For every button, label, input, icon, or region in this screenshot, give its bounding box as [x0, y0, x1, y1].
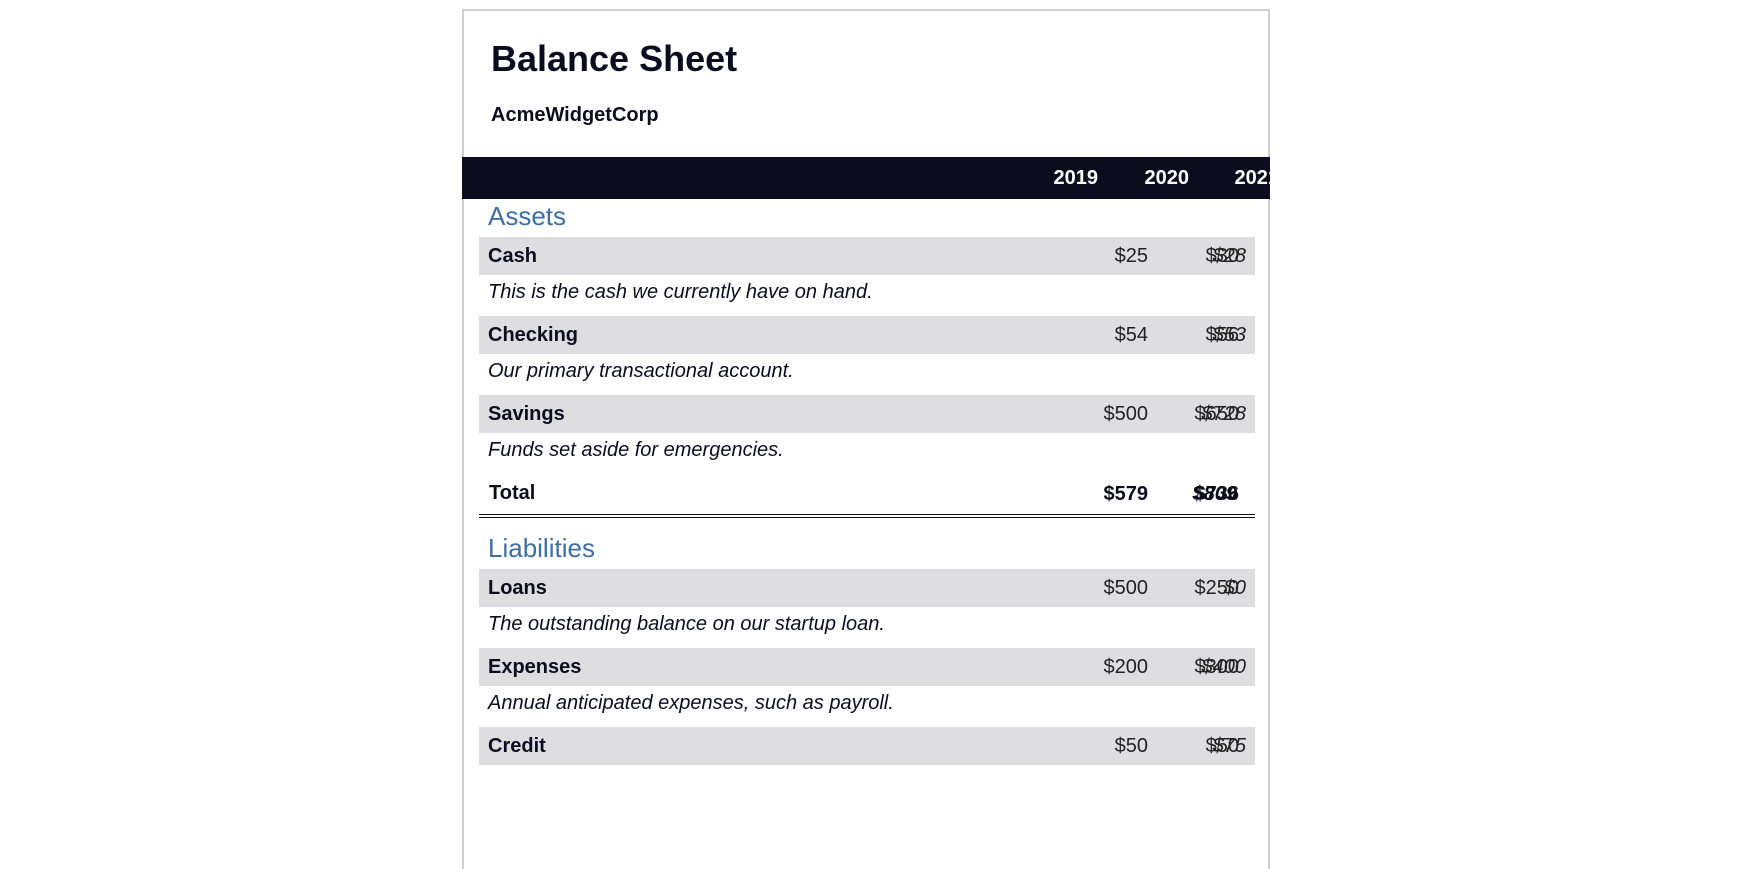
table-row-credit: Credit $50 $50 $75: [479, 727, 1255, 765]
table-row-checking: Checking $54 $56 $53: [479, 316, 1255, 354]
year-header-2019: 2019: [1053, 167, 1099, 189]
balance-sheet-card: Balance Sheet AcmeWidgetCorp 2019 2020 2…: [462, 9, 1279, 869]
total-value-2019: $579: [1103, 483, 1149, 505]
row-value-2021: $400: [1201, 656, 1247, 678]
row-value-2019: $54: [1114, 324, 1148, 346]
year-header-2021: 2021: [1234, 167, 1280, 189]
row-label: Cash: [488, 245, 537, 267]
row-label: Checking: [488, 324, 579, 346]
table-row-savings: Savings $500 $650 $728: [479, 395, 1255, 433]
row-value-2019: $200: [1103, 656, 1149, 678]
year-header-bar: 2019 2020 2021: [462, 157, 1279, 199]
row-label: Credit: [488, 735, 546, 757]
row-description: Annual anticipated expenses, such as pay…: [488, 692, 894, 714]
total-row-assets: Total $579 $736 $809: [479, 474, 1255, 518]
row-description: Funds set aside for emergencies.: [488, 439, 784, 461]
row-label: Savings: [488, 403, 565, 425]
row-value-2019: $25: [1114, 245, 1148, 267]
company-name: AcmeWidgetCorp: [491, 104, 659, 126]
row-label: Expenses: [488, 656, 582, 678]
row-value-2021: $28: [1212, 245, 1246, 267]
table-row-expenses: Expenses $200 $300 $400: [479, 648, 1255, 686]
table-row-loans: Loans $500 $250 $0: [479, 569, 1255, 607]
row-value-2021: $53: [1212, 324, 1246, 346]
row-description: Our primary transactional account.: [488, 360, 794, 382]
section-heading-assets: Assets: [488, 201, 567, 231]
row-value-2019: $500: [1103, 403, 1149, 425]
total-value-2021: $809: [1192, 483, 1238, 505]
page-title: Balance Sheet: [491, 38, 738, 79]
section-heading-liabilities: Liabilities: [488, 533, 595, 563]
table-row-cash: Cash $25 $30 $28: [479, 237, 1255, 275]
row-value-2021: $0: [1223, 577, 1246, 599]
row-value-2021: $75: [1212, 735, 1246, 757]
year-header-2020: 2020: [1144, 167, 1190, 189]
total-label: Total: [489, 482, 536, 504]
row-label: Loans: [488, 577, 547, 599]
row-description: The outstanding balance on our startup l…: [488, 613, 885, 635]
row-description: This is the cash we currently have on ha…: [488, 281, 873, 303]
row-value-2019: $50: [1114, 735, 1148, 757]
row-value-2021: $728: [1201, 403, 1247, 425]
row-value-2019: $500: [1103, 577, 1149, 599]
